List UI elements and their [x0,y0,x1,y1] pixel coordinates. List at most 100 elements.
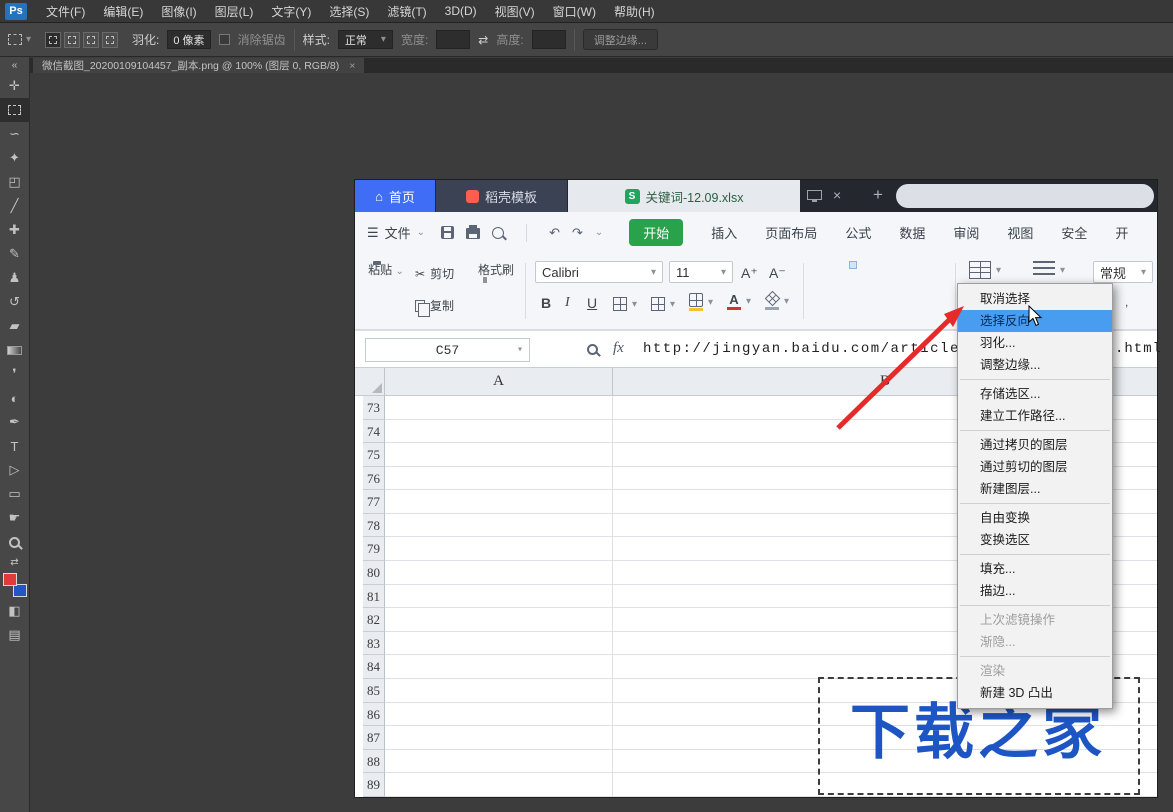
number-format-select[interactable]: 常规 ▾ [1093,261,1153,283]
cell[interactable] [385,420,613,444]
row-header[interactable]: 83 [363,632,385,656]
cell[interactable] [385,514,613,538]
menu-image[interactable]: 图像(I) [152,3,205,20]
copy-button[interactable]: 复制 [415,297,454,314]
ribbon-tab-data[interactable]: 数据 [899,223,925,242]
add-selection-button[interactable] [64,32,80,48]
menu-item-new-3d-extrusion[interactable]: 新建 3D 凸出 [958,682,1112,704]
comma-style-button[interactable]: , [1125,295,1128,309]
menu-item-layer-via-cut[interactable]: 通过剪切的图层 [958,456,1112,478]
cell[interactable] [385,396,613,420]
row-header[interactable]: 85 [363,679,385,703]
format-painter-button[interactable]: 格式刷 [473,261,519,278]
menu-item-fill[interactable]: 填充... [958,558,1112,580]
increase-font-button[interactable]: A⁺ [741,265,758,282]
menu-item-layer-via-copy[interactable]: 通过拷贝的图层 [958,434,1112,456]
cell[interactable] [385,632,613,656]
fill-color-button[interactable]: ▾ [689,293,713,311]
intersect-selection-button[interactable] [102,32,118,48]
blur-tool[interactable]: ❜ [0,362,30,386]
wps-docer-tab[interactable]: 稻壳模板 [436,180,567,212]
name-box[interactable]: C57 ▾ [365,338,530,362]
indent-increase-button[interactable] [867,293,875,301]
paste-button[interactable]: 粘贴 ⌄ [365,261,407,278]
color-swatches[interactable] [2,573,28,597]
print-icon[interactable] [466,228,480,239]
row-header[interactable]: 84 [363,655,385,679]
tab-close-icon[interactable]: × [833,187,841,203]
align-right-button[interactable] [849,293,857,301]
row-header[interactable]: 78 [363,514,385,538]
refine-edge-button[interactable]: 调整边缘... [583,29,658,50]
column-header-a[interactable]: A [385,368,613,395]
swap-colors-icon[interactable]: ⇄ [0,554,30,571]
monitor-icon[interactable] [807,190,822,200]
wps-document-tab[interactable]: S 关键词-12.09.xlsx [568,180,800,212]
width-input[interactable] [436,30,470,49]
cell[interactable] [385,703,613,727]
row-header[interactable]: 76 [363,467,385,491]
ribbon-tab-page-layout[interactable]: 页面布局 [765,223,817,242]
antialias-checkbox[interactable] [219,34,230,45]
bold-button[interactable]: B [541,295,551,311]
save-icon[interactable] [441,226,454,239]
undo-icon[interactable]: ↶ [549,225,560,241]
quick-selection-tool[interactable]: ✦ [0,146,30,170]
menu-item-make-work-path[interactable]: 建立工作路径... [958,405,1112,427]
eraser-tool[interactable]: ▰ [0,314,30,338]
row-header[interactable]: 74 [363,420,385,444]
ribbon-tab-view[interactable]: 视图 [1007,223,1033,242]
font-name-select[interactable]: Calibri ▾ [535,261,663,283]
menu-edit[interactable]: 编辑(E) [94,3,152,20]
ribbon-tab-insert[interactable]: 插入 [711,223,737,242]
lasso-tool[interactable]: ∽ [0,122,30,146]
zoom-tool[interactable] [0,530,30,554]
search-icon[interactable] [587,344,598,355]
style-select[interactable]: 正常 ▾ [338,30,393,49]
ribbon-tab-formulas[interactable]: 公式 [845,223,871,242]
print-preview-icon[interactable] [492,227,504,239]
shape-fill-button[interactable]: ▾ [765,293,789,310]
ribbon-tab-dev[interactable]: 开 [1115,223,1128,242]
align-center-button[interactable] [831,293,839,301]
cell[interactable] [385,443,613,467]
eyedropper-tool[interactable]: ╱ [0,194,30,218]
cell[interactable] [385,490,613,514]
document-tab[interactable]: 微信截图_20200109104457_副本.png @ 100% (图层 0,… [33,58,364,73]
row-header[interactable]: 77 [363,490,385,514]
menu-select[interactable]: 选择(S) [320,3,378,20]
merge-center-button[interactable]: ▾ [969,261,1001,279]
dodge-tool[interactable]: ◐ [0,386,30,410]
cell[interactable] [385,679,613,703]
menu-item-refine-edge[interactable]: 调整边缘... [958,354,1112,376]
font-size-select[interactable]: 11 ▾ [669,261,733,283]
collapse-panel-icon[interactable]: « [0,57,30,74]
document-close-icon[interactable]: × [349,60,355,72]
font-color-button[interactable]: A ▾ [727,293,751,310]
wps-home-tab[interactable]: ⌂ 首页 [355,180,435,212]
gradient-tool[interactable] [0,338,30,362]
type-tool[interactable]: T [0,434,30,458]
spot-healing-tool[interactable]: ✚ [0,218,30,242]
select-all-corner[interactable] [363,368,385,395]
merge-cells-button[interactable]: ▾ [651,297,675,311]
wps-file-menu[interactable]: ☰ 文件 ⌄ [367,223,425,242]
menu-item-transform-selection[interactable]: 变换选区 [958,529,1112,551]
menu-file[interactable]: 文件(F) [37,3,94,20]
height-input[interactable] [532,30,566,49]
align-left-button[interactable] [813,293,821,301]
menu-item-stroke[interactable]: 描边... [958,580,1112,602]
move-tool[interactable]: ✛ [0,74,30,98]
decrease-font-button[interactable]: A⁻ [769,265,786,282]
wrap-text-button[interactable]: ▾ [1033,261,1065,279]
italic-button[interactable]: I [565,295,570,311]
screen-mode-button[interactable]: ▤ [0,623,30,647]
cell[interactable] [385,655,613,679]
cell[interactable] [385,608,613,632]
feather-input[interactable]: 0 像素 [167,30,210,49]
menu-layer[interactable]: 图层(L) [206,3,263,20]
row-header[interactable]: 75 [363,443,385,467]
row-header[interactable]: 79 [363,537,385,561]
row-header[interactable]: 82 [363,608,385,632]
fx-icon[interactable]: fx [613,340,624,357]
